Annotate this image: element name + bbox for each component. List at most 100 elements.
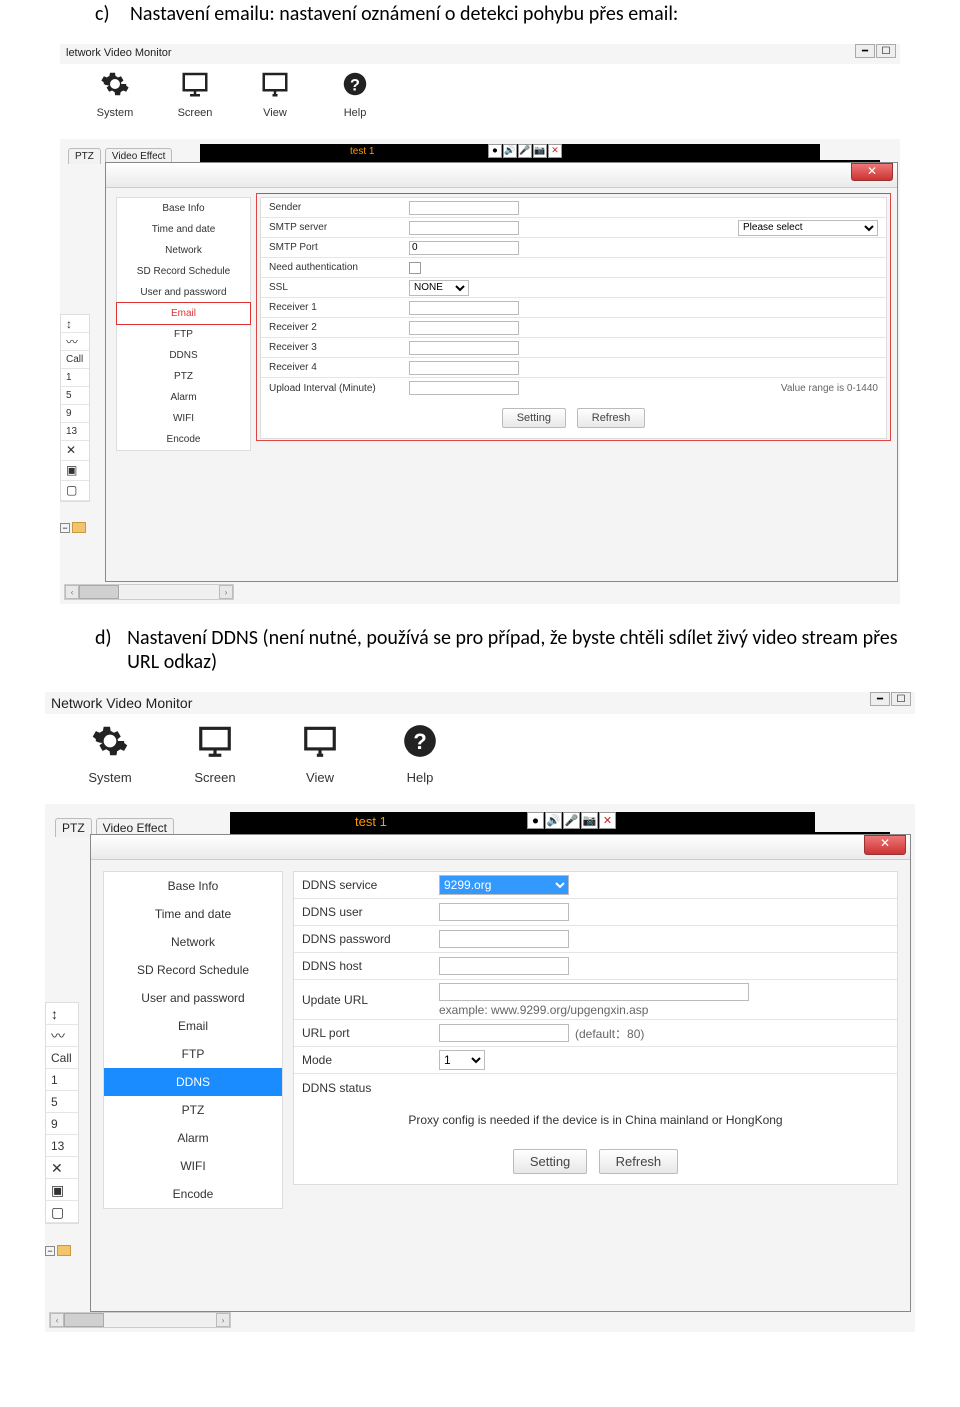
sidebar-ddns-b[interactable]: DDNS xyxy=(104,1068,282,1096)
tree-row: − xyxy=(60,522,86,533)
select-ddns-service[interactable]: 9299.org xyxy=(439,875,569,895)
select-ssl[interactable]: NONE xyxy=(409,280,469,296)
toolbar-label-view: View xyxy=(263,107,287,119)
preset-1[interactable]: 1 xyxy=(61,369,89,387)
input-smtp-port[interactable] xyxy=(409,241,519,255)
tools-icon-b[interactable]: ✕ xyxy=(46,1157,78,1179)
sidebar-item-wifi[interactable]: WIFI xyxy=(117,408,250,429)
toolbar-system[interactable]: System xyxy=(80,69,150,119)
toolbar-view[interactable]: View xyxy=(240,69,310,119)
sidebar-item-network[interactable]: Network xyxy=(117,240,250,261)
input-smtp[interactable] xyxy=(409,221,519,235)
audio-icon[interactable]: 🔊 xyxy=(503,144,517,158)
window-minimize-icon[interactable]: ━ xyxy=(870,692,890,706)
window-maximize-icon[interactable]: ☐ xyxy=(891,692,911,706)
rec-icon[interactable]: ● xyxy=(527,812,544,829)
tree-collapse-icon[interactable]: − xyxy=(60,523,70,533)
scroll-thumb-b[interactable] xyxy=(64,1313,104,1327)
horizontal-scrollbar-b[interactable]: ‹ › xyxy=(49,1312,231,1328)
mic-icon[interactable]: 🎤 xyxy=(563,812,580,829)
sidebar-item-encode[interactable]: Encode xyxy=(117,429,250,450)
input-ddns-host[interactable] xyxy=(439,957,569,975)
sidebar-userpass-b[interactable]: User and password xyxy=(104,984,282,1012)
mic-icon[interactable]: 🎤 xyxy=(518,144,532,158)
sidebar-item-ddns[interactable]: DDNS xyxy=(117,345,250,366)
checkbox-need-auth[interactable] xyxy=(409,262,421,274)
preset-1-b[interactable]: 1 xyxy=(46,1069,78,1091)
input-url-port[interactable] xyxy=(439,1024,569,1042)
toolbar-screen-b[interactable]: Screen xyxy=(180,722,250,785)
sidebar-sdrecord-b[interactable]: SD Record Schedule xyxy=(104,956,282,984)
input-recv1[interactable] xyxy=(409,301,519,315)
dialog-close-button-b[interactable]: ✕ xyxy=(864,835,906,855)
input-update-url[interactable] xyxy=(439,983,749,1001)
toolbar-screen[interactable]: Screen xyxy=(160,69,230,119)
tab-ptz[interactable]: PTZ xyxy=(68,148,101,164)
input-recv4[interactable] xyxy=(409,361,519,375)
scroll-right-arrow-b[interactable]: › xyxy=(216,1313,230,1327)
camera-icon[interactable]: 📷 xyxy=(581,812,598,829)
sidebar-network-b[interactable]: Network xyxy=(104,928,282,956)
input-ddns-password[interactable] xyxy=(439,930,569,948)
windows-icon-b[interactable]: ▣ xyxy=(46,1179,78,1201)
sidebar-ftp-b[interactable]: FTP xyxy=(104,1040,282,1068)
input-recv3[interactable] xyxy=(409,341,519,355)
tree-row-b: − xyxy=(45,1245,71,1256)
sidebar-ptz-b[interactable]: PTZ xyxy=(104,1096,282,1124)
toolbar-help[interactable]: ? Help xyxy=(320,69,390,119)
rec-icon[interactable]: ● xyxy=(488,144,502,158)
tv-icon-b[interactable]: ▢ xyxy=(46,1201,78,1223)
setting-button-b[interactable]: Setting xyxy=(513,1149,587,1174)
tab-ptz-b[interactable]: PTZ xyxy=(55,818,92,837)
sidebar-item-email[interactable]: Email xyxy=(117,303,250,324)
select-mode[interactable]: 1 xyxy=(439,1050,485,1070)
sidebar-item-userpass[interactable]: User and password xyxy=(117,282,250,303)
dialog-close-button[interactable]: ✕ xyxy=(851,163,893,181)
tree-collapse-icon-b[interactable]: − xyxy=(45,1246,55,1256)
windows-icon[interactable]: ▣ xyxy=(61,461,89,481)
preset-13[interactable]: 13 xyxy=(61,423,89,441)
refresh-button[interactable]: Refresh xyxy=(577,408,646,428)
sidebar-item-time[interactable]: Time and date xyxy=(117,219,250,240)
camera-icon[interactable]: 📷 xyxy=(533,144,547,158)
refresh-button-b[interactable]: Refresh xyxy=(599,1149,679,1174)
sidebar-item-baseinfo[interactable]: Base Info xyxy=(117,198,250,219)
preset-5[interactable]: 5 xyxy=(61,387,89,405)
horizontal-scrollbar[interactable]: ‹ › xyxy=(64,584,234,600)
sidebar-alarm-b[interactable]: Alarm xyxy=(104,1124,282,1152)
scroll-thumb[interactable] xyxy=(79,585,119,599)
sidebar-item-sdrecord[interactable]: SD Record Schedule xyxy=(117,261,250,282)
input-upload[interactable] xyxy=(409,381,519,395)
input-recv2[interactable] xyxy=(409,321,519,335)
scroll-left-arrow-b[interactable]: ‹ xyxy=(50,1313,64,1327)
select-smtp-preset[interactable]: Please select xyxy=(738,220,878,236)
scroll-left-arrow[interactable]: ‹ xyxy=(65,585,79,599)
preset-5-b[interactable]: 5 xyxy=(46,1091,78,1113)
tools-icon[interactable]: ✕ xyxy=(61,441,89,461)
sidebar-wifi-b[interactable]: WIFI xyxy=(104,1152,282,1180)
audio-icon[interactable]: 🔊 xyxy=(545,812,562,829)
toolbar-system-b[interactable]: System xyxy=(75,722,145,785)
scroll-right-arrow[interactable]: › xyxy=(219,585,233,599)
toolbar-help-b[interactable]: ? Help xyxy=(385,722,455,785)
sidebar-email-b[interactable]: Email xyxy=(104,1012,282,1040)
preset-13-b[interactable]: 13 xyxy=(46,1135,78,1157)
preset-9[interactable]: 9 xyxy=(61,405,89,423)
close-camera-icon[interactable]: ✕ xyxy=(548,144,562,158)
sidebar-encode-b[interactable]: Encode xyxy=(104,1180,282,1208)
close-camera-icon[interactable]: ✕ xyxy=(599,812,616,829)
input-ddns-user[interactable] xyxy=(439,903,569,921)
sidebar-time-b[interactable]: Time and date xyxy=(104,900,282,928)
preset-9-b[interactable]: 9 xyxy=(46,1113,78,1135)
tv-icon[interactable]: ▢ xyxy=(61,481,89,501)
sidebar-item-alarm[interactable]: Alarm xyxy=(117,387,250,408)
sidebar-baseinfo-b[interactable]: Base Info xyxy=(104,872,282,900)
setting-button[interactable]: Setting xyxy=(502,408,566,428)
window-maximize-icon[interactable]: ☐ xyxy=(876,44,896,58)
sidebar-item-ptz[interactable]: PTZ xyxy=(117,366,250,387)
ddns-form: DDNS service 9299.org DDNS user DDNS pas… xyxy=(293,871,898,1185)
sidebar-item-ftp[interactable]: FTP xyxy=(117,324,250,345)
window-minimize-icon[interactable]: ━ xyxy=(855,44,875,58)
input-sender[interactable] xyxy=(409,201,519,215)
toolbar-view-b[interactable]: View xyxy=(285,722,355,785)
